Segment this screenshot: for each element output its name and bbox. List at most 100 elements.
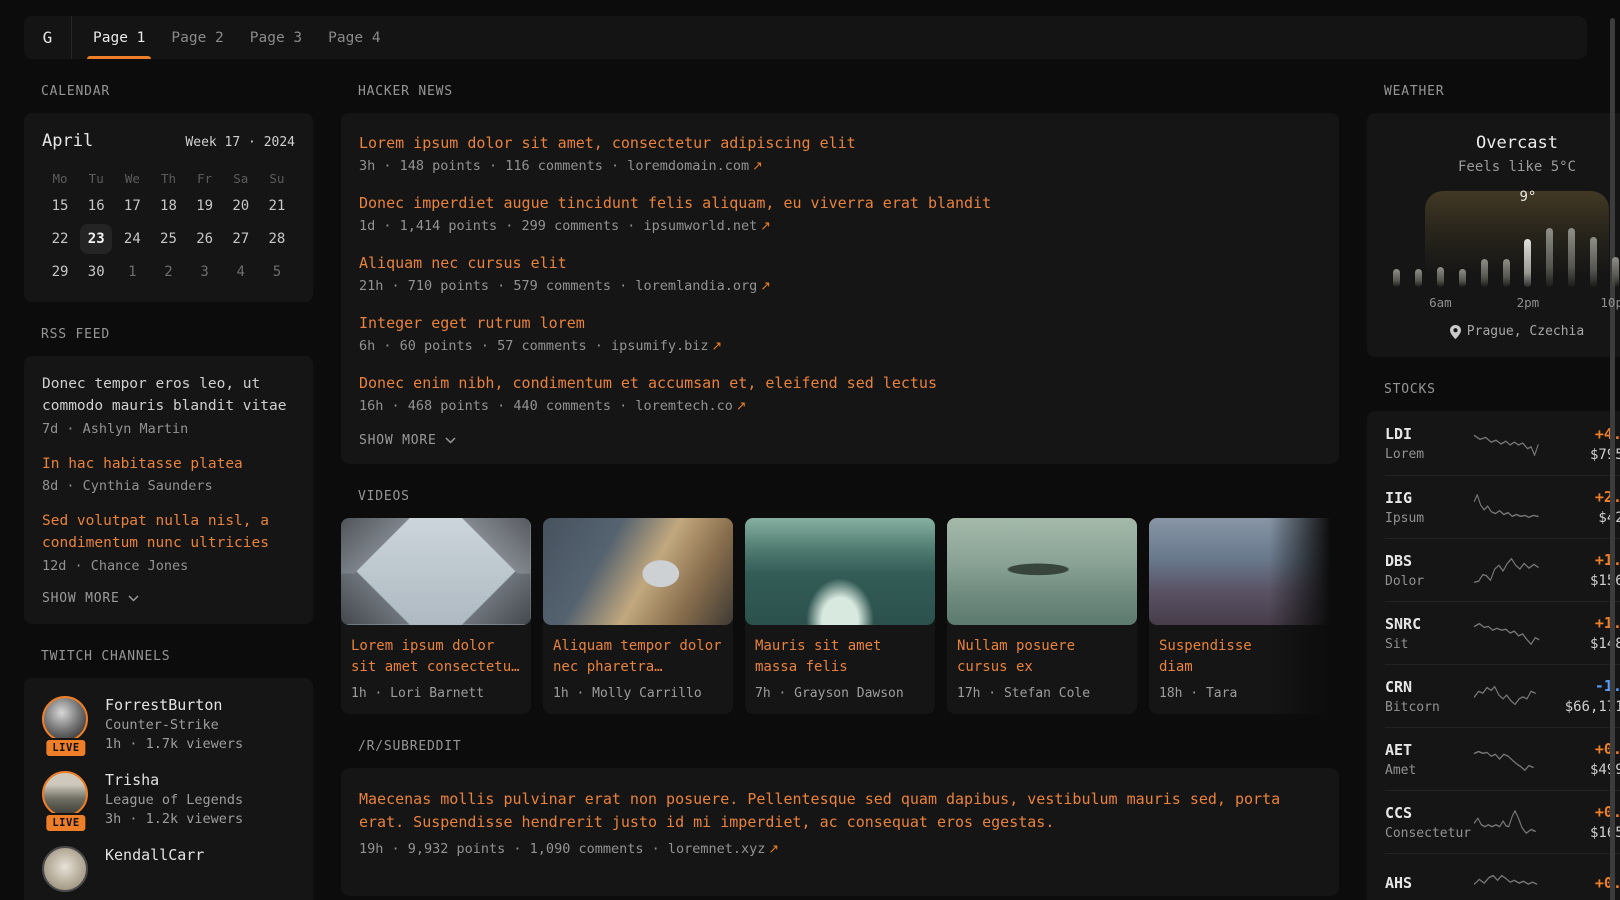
stock-row: AET Amet +0.92% $499.72 — [1385, 727, 1620, 790]
rss-show-more-button[interactable]: SHOW MORE — [42, 591, 295, 606]
stock-sparkline — [1473, 492, 1543, 522]
twitch-channel-name[interactable]: Trisha — [105, 771, 243, 789]
stock-symbol: IIG — [1385, 489, 1471, 507]
video-card[interactable]: Aliquam tempor dolor nec pharetra… 1h · … — [543, 518, 733, 714]
hackernews-item-title[interactable]: Donec imperdiet augue tincidunt felis al… — [359, 193, 1321, 214]
hackernews-item-meta: 16h · 468 points · 440 comments · loremt… — [359, 398, 1321, 414]
twitch-channel-row[interactable]: LIVE Trisha League of Legends 3h · 1.2k … — [42, 771, 295, 827]
hackernews-item-domain[interactable]: loremlandia.org — [635, 278, 757, 294]
page-tab[interactable]: Page 3 — [250, 16, 302, 59]
calendar-date: 1 — [116, 257, 148, 287]
subreddit-post-domain[interactable]: loremnet.xyz — [668, 841, 766, 857]
stock-change: +1.42% — [1545, 551, 1620, 569]
hackernews-item-meta: 6h · 60 points · 57 comments · ipsumify.… — [359, 338, 1321, 354]
weather-hour-bar — [1546, 228, 1553, 287]
video-title[interactable]: Mauris sit amet massa felis — [755, 636, 925, 678]
location-pin-icon — [1450, 325, 1461, 339]
subreddit-post-title[interactable]: Maecenas mollis pulvinar erat non posuer… — [359, 788, 1321, 835]
calendar-date-cell: 3 — [187, 255, 223, 288]
stock-name: Dolor — [1385, 574, 1471, 589]
hackernews-show-more-button[interactable]: SHOW MORE — [359, 433, 1321, 448]
calendar-date-cell: 21 — [259, 189, 295, 222]
hackernews-item-stats: 1d · 1,414 points · 299 comments · — [359, 218, 643, 234]
twitch-channel-info: KendallCarr — [105, 846, 204, 892]
hackernews-item-domain[interactable]: ipsumify.biz — [611, 338, 709, 354]
hackernews-item-domain[interactable]: loremtech.co — [635, 398, 733, 414]
twitch-channel-row[interactable]: LIVE ForrestBurton Counter-Strike 1h · 1… — [42, 696, 295, 752]
hackernews-item-title[interactable]: Lorem ipsum dolor sit amet, consectetur … — [359, 133, 1321, 154]
calendar-date: 3 — [189, 257, 221, 287]
rss-item-meta: 8d · Cynthia Saunders — [42, 478, 295, 494]
page-tab[interactable]: Page 4 — [328, 16, 380, 59]
right-column: WEATHER Overcast Feels like 5°C 9° 6am2p… — [1367, 59, 1620, 900]
twitch-widget: LIVE ForrestBurton Counter-Strike 1h · 1… — [24, 678, 313, 900]
hackernews-item-title[interactable]: Integer eget rutrum lorem — [359, 313, 1321, 334]
page-tab[interactable]: Page 2 — [171, 16, 223, 59]
page-header: G Page 1 Page 2 Page 3 Page 4 — [24, 16, 1587, 59]
video-title[interactable]: Suspendisse diam — [1159, 636, 1329, 678]
video-title[interactable]: Lorem ipsum dolor sit amet consectetu… — [351, 636, 521, 678]
stock-row: CCS Consectetur +0.51% $165.84 — [1385, 790, 1620, 853]
hackernews-item-stats: 16h · 468 points · 440 comments · — [359, 398, 635, 414]
page-scrollbar[interactable] — [1610, 18, 1615, 900]
video-meta: 17h · Stefan Cole — [957, 686, 1127, 701]
weather-section-title: WEATHER — [1384, 84, 1620, 99]
video-card[interactable]: Lorem ipsum dolor sit amet consectetu… 1… — [341, 518, 531, 714]
stock-id: CRN Bitcorn — [1385, 678, 1471, 715]
rss-item-title[interactable]: Sed volutpat nulla nisl, a condimentum n… — [42, 511, 295, 555]
rss-item-title[interactable]: In hac habitasse platea — [42, 454, 295, 476]
weather-hour-bar — [1393, 269, 1400, 287]
calendar-date: 19 — [189, 191, 221, 221]
twitch-channel-name[interactable]: ForrestBurton — [105, 696, 243, 714]
weather-current-temp: 9° — [1519, 189, 1536, 205]
calendar-week-label: Week 17 · 2024 — [185, 135, 295, 150]
stock-symbol: AHS — [1385, 874, 1471, 892]
calendar-date-cell: 29 — [42, 255, 78, 288]
stock-values: +4.35% $795.18 — [1545, 425, 1620, 463]
video-title[interactable]: Aliquam tempor dolor nec pharetra… — [553, 636, 723, 678]
calendar-date: 4 — [225, 257, 257, 287]
video-thumbnail[interactable] — [543, 518, 733, 625]
page-tab[interactable]: Page 1 — [93, 16, 145, 59]
videos-section-title: VIDEOS — [358, 489, 1339, 504]
hackernews-item-title[interactable]: Donec enim nibh, condimentum et accumsan… — [359, 373, 1321, 394]
calendar-date-cell: 17 — [114, 189, 150, 222]
rss-item-title[interactable]: Donec tempor eros leo, ut commodo mauris… — [42, 374, 295, 418]
hackernews-item-stats: 6h · 60 points · 57 comments · — [359, 338, 611, 354]
calendar-date: 22 — [44, 224, 76, 254]
rss-item: In hac habitasse platea 8d · Cynthia Sau… — [42, 454, 295, 495]
hackernews-show-more-label: SHOW MORE — [359, 433, 437, 448]
stock-price: $156.28 — [1545, 573, 1620, 589]
hackernews-item-domain[interactable]: ipsumworld.net — [643, 218, 757, 234]
stock-price: $66,171.48 — [1545, 699, 1620, 715]
external-link-icon: ↗ — [736, 398, 746, 413]
hackernews-item-title[interactable]: Aliquam nec cursus elit — [359, 253, 1321, 274]
avatar — [42, 846, 88, 892]
app-logo[interactable]: G — [24, 16, 72, 59]
stock-name: Consectetur — [1385, 826, 1471, 841]
video-thumbnail[interactable] — [745, 518, 935, 625]
weather-time-label: 10pm — [1600, 295, 1620, 310]
rss-item: Donec tempor eros leo, ut commodo mauris… — [42, 374, 295, 437]
calendar-date: 29 — [44, 257, 76, 287]
twitch-channel-row[interactable]: KendallCarr — [42, 846, 295, 892]
stock-values: +1.42% $156.28 — [1545, 551, 1620, 589]
video-card-body: Mauris sit amet massa felis 7h · Grayson… — [745, 625, 935, 714]
video-card[interactable]: Suspendisse diam 18h · Tara — [1149, 518, 1339, 714]
hackernews-item-domain[interactable]: loremdomain.com — [627, 158, 749, 174]
twitch-channel-info: Trisha League of Legends 3h · 1.2k viewe… — [105, 771, 243, 827]
video-thumbnail[interactable] — [341, 518, 531, 625]
calendar-weekday-row: MoTuWeThFrSaSu — [42, 167, 295, 189]
weather-location: Prague, Czechia — [1387, 324, 1620, 339]
video-thumbnail[interactable] — [947, 518, 1137, 625]
weather-bars — [1393, 223, 1620, 287]
video-title[interactable]: Nullam posuere cursus ex — [957, 636, 1127, 678]
video-card[interactable]: Nullam posuere cursus ex 17h · Stefan Co… — [947, 518, 1137, 714]
hackernews-item: Integer eget rutrum lorem 6h · 60 points… — [359, 313, 1321, 354]
video-thumbnail[interactable] — [1149, 518, 1339, 625]
twitch-channel-name[interactable]: KendallCarr — [105, 846, 204, 864]
video-card[interactable]: Mauris sit amet massa felis 7h · Grayson… — [745, 518, 935, 714]
stock-values: +1.36% $148.64 — [1545, 614, 1620, 652]
hackernews-item-stats: 3h · 148 points · 116 comments · — [359, 158, 627, 174]
calendar-date-cell: 19 — [187, 189, 223, 222]
